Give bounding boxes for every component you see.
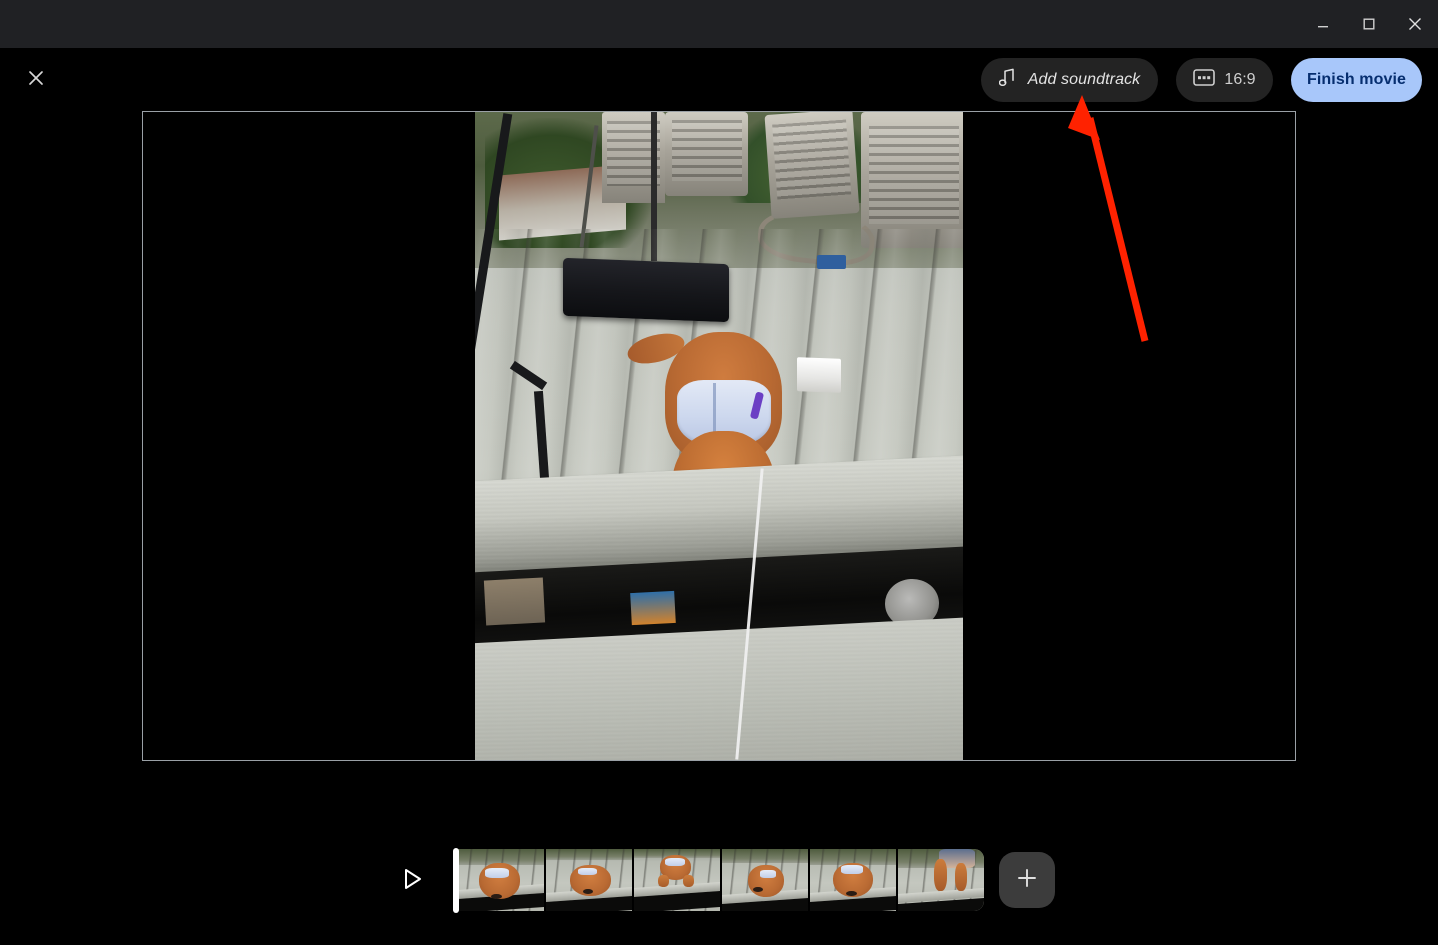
timeline-clip-track[interactable] bbox=[458, 849, 984, 911]
under-deck-object bbox=[630, 590, 676, 626]
window-close-button[interactable] bbox=[1392, 0, 1438, 48]
add-soundtrack-button[interactable]: Add soundtrack bbox=[981, 58, 1158, 102]
timeline-clip[interactable] bbox=[810, 849, 896, 911]
black-bag bbox=[562, 257, 729, 323]
aspect-ratio-icon bbox=[1193, 69, 1216, 91]
timeline-playhead[interactable] bbox=[453, 848, 459, 913]
aspect-ratio-button[interactable]: 16:9 bbox=[1176, 58, 1273, 102]
play-button[interactable] bbox=[396, 864, 430, 898]
timeline-clip[interactable] bbox=[898, 849, 984, 911]
video-preview-canvas[interactable] bbox=[142, 111, 1296, 761]
close-icon bbox=[1407, 16, 1423, 32]
aspect-ratio-label: 16:9 bbox=[1224, 71, 1256, 88]
window-minimize-button[interactable] bbox=[1300, 0, 1346, 48]
blue-object bbox=[816, 254, 846, 269]
close-icon bbox=[27, 69, 45, 92]
music-note-icon bbox=[998, 68, 1016, 92]
timeline-clip[interactable] bbox=[458, 849, 544, 911]
add-clip-button[interactable] bbox=[999, 852, 1055, 908]
exit-editor-button[interactable] bbox=[18, 62, 54, 98]
minimize-icon bbox=[1316, 17, 1330, 31]
timeline-clip[interactable] bbox=[634, 849, 720, 911]
under-deck-object bbox=[483, 577, 545, 626]
patio-chair bbox=[665, 112, 749, 197]
maximize-icon bbox=[1362, 17, 1376, 31]
plus-icon bbox=[1015, 866, 1039, 895]
window-maximize-button[interactable] bbox=[1346, 0, 1392, 48]
finish-movie-label: Finish movie bbox=[1307, 71, 1406, 88]
patio-chair bbox=[764, 112, 860, 219]
finish-movie-button[interactable]: Finish movie bbox=[1291, 58, 1422, 102]
timeline-clip[interactable] bbox=[546, 849, 632, 911]
preview-media-frame bbox=[475, 112, 963, 760]
window-title-bar bbox=[0, 0, 1438, 48]
add-soundtrack-label: Add soundtrack bbox=[1027, 71, 1141, 88]
timeline-clip[interactable] bbox=[722, 849, 808, 911]
play-icon bbox=[403, 868, 423, 895]
